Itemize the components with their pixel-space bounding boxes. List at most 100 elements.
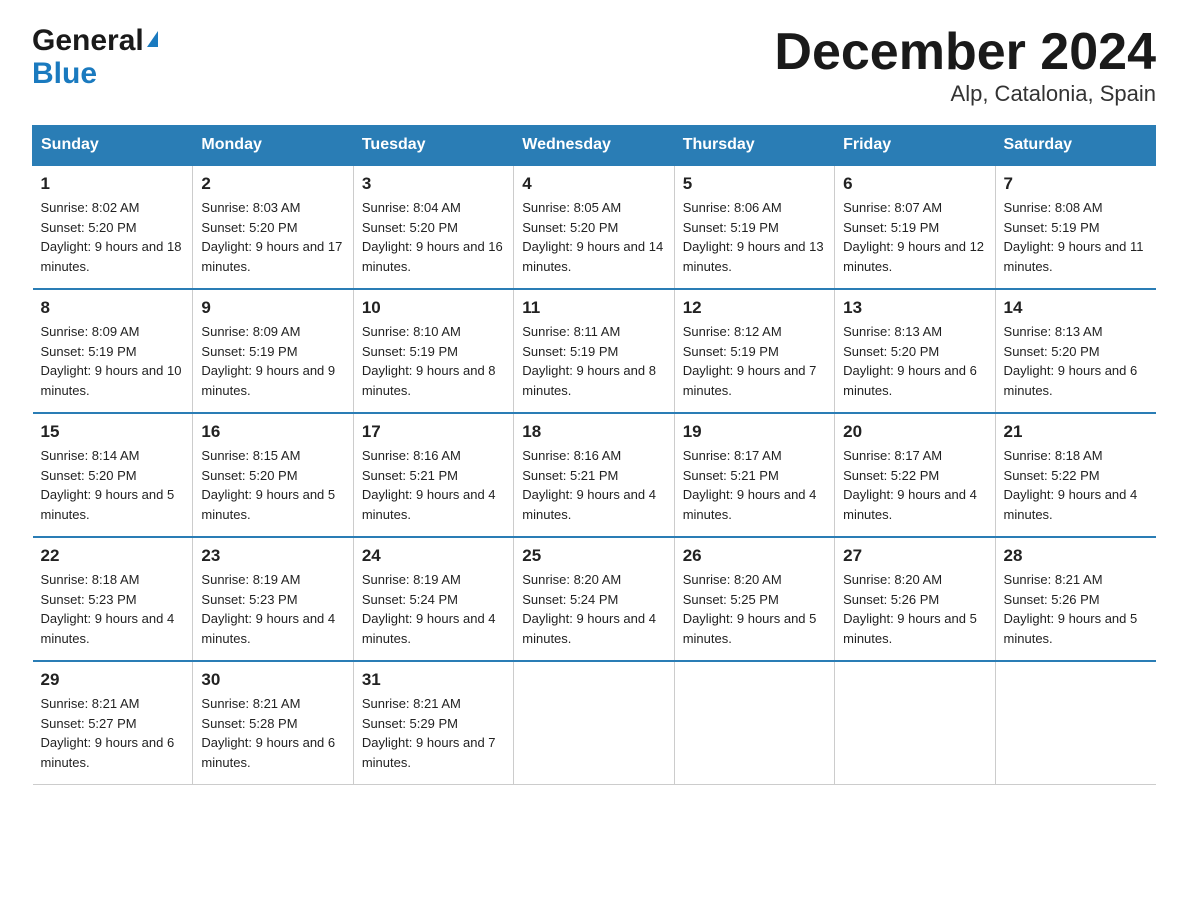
calendar-cell: 2Sunrise: 8:03 AMSunset: 5:20 PMDaylight… [193,165,353,289]
day-number: 16 [201,422,344,442]
day-number: 8 [41,298,185,318]
day-info: Sunrise: 8:20 AMSunset: 5:26 PMDaylight:… [843,570,986,648]
day-info: Sunrise: 8:11 AMSunset: 5:19 PMDaylight:… [522,322,665,400]
calendar-cell: 12 Sunrise: 8:12 AMSunset: 5:19 PMDayligh… [674,289,834,413]
day-number: 12 [683,298,826,318]
logo-general: General [32,24,144,57]
calendar-cell: 15 Sunrise: 8:14 AMSunset: 5:20 PMDayligh… [33,413,193,537]
day-number: 22 [41,546,185,566]
day-number: 25 [522,546,665,566]
calendar-cell [995,661,1155,785]
day-info: Sunrise: 8:06 AMSunset: 5:19 PMDaylight:… [683,198,826,276]
calendar-subtitle: Alp, Catalonia, Spain [774,81,1156,107]
calendar-cell: 23 Sunrise: 8:19 AMSunset: 5:23 PMDayligh… [193,537,353,661]
day-info: Sunrise: 8:02 AMSunset: 5:20 PMDaylight:… [41,198,185,276]
day-info: Sunrise: 8:05 AMSunset: 5:20 PMDaylight:… [522,198,665,276]
day-number: 11 [522,298,665,318]
day-number: 14 [1004,298,1148,318]
day-info: Sunrise: 8:19 AMSunset: 5:24 PMDaylight:… [362,570,505,648]
day-info: Sunrise: 8:13 AMSunset: 5:20 PMDaylight:… [1004,322,1148,400]
day-info: Sunrise: 8:12 AMSunset: 5:19 PMDaylight:… [683,322,826,400]
calendar-cell: 20 Sunrise: 8:17 AMSunset: 5:22 PMDayligh… [835,413,995,537]
calendar-cell: 9Sunrise: 8:09 AMSunset: 5:19 PMDaylight… [193,289,353,413]
calendar-cell: 22 Sunrise: 8:18 AMSunset: 5:23 PMDayligh… [33,537,193,661]
calendar-cell: 19 Sunrise: 8:17 AMSunset: 5:21 PMDayligh… [674,413,834,537]
calendar-cell: 4 Sunrise: 8:05 AMSunset: 5:20 PMDaylight… [514,165,674,289]
calendar-cell: 16 Sunrise: 8:15 AMSunset: 5:20 PMDayligh… [193,413,353,537]
day-info: Sunrise: 8:09 AMSunset: 5:19 PMDaylight:… [41,322,185,400]
calendar-cell: 17 Sunrise: 8:16 AMSunset: 5:21 PMDayligh… [353,413,513,537]
title-block: December 2024 Alp, Catalonia, Spain [774,24,1156,107]
calendar-cell: 29 Sunrise: 8:21 AMSunset: 5:27 PMDayligh… [33,661,193,785]
calendar-cell: 27 Sunrise: 8:20 AMSunset: 5:26 PMDayligh… [835,537,995,661]
day-info: Sunrise: 8:17 AMSunset: 5:22 PMDaylight:… [843,446,986,524]
day-number: 13 [843,298,986,318]
day-number: 23 [201,546,344,566]
calendar-table: SundayMondayTuesdayWednesdayThursdayFrid… [32,125,1156,785]
day-info: Sunrise: 8:18 AMSunset: 5:22 PMDaylight:… [1004,446,1148,524]
calendar-cell: 30 Sunrise: 8:21 AMSunset: 5:28 PMDayligh… [193,661,353,785]
day-info: Sunrise: 8:21 AMSunset: 5:28 PMDaylight:… [201,694,344,772]
calendar-cell: 24 Sunrise: 8:19 AMSunset: 5:24 PMDayligh… [353,537,513,661]
day-info: Sunrise: 8:14 AMSunset: 5:20 PMDaylight:… [41,446,185,524]
day-info: Sunrise: 8:15 AMSunset: 5:20 PMDaylight:… [201,446,344,524]
day-number: 19 [683,422,826,442]
day-info: Sunrise: 8:21 AMSunset: 5:27 PMDaylight:… [41,694,185,772]
calendar-cell [835,661,995,785]
calendar-cell: 8 Sunrise: 8:09 AMSunset: 5:19 PMDaylight… [33,289,193,413]
day-info: Sunrise: 8:09 AMSunset: 5:19 PMDaylight:… [201,322,344,400]
day-info: Sunrise: 8:21 AMSunset: 5:29 PMDaylight:… [362,694,505,772]
weekday-header-tuesday: Tuesday [353,126,513,166]
calendar-week-row: 22 Sunrise: 8:18 AMSunset: 5:23 PMDayligh… [33,537,1156,661]
day-number: 20 [843,422,986,442]
calendar-title: December 2024 [774,24,1156,81]
calendar-cell: 1 Sunrise: 8:02 AMSunset: 5:20 PMDaylight… [33,165,193,289]
calendar-cell: 6 Sunrise: 8:07 AMSunset: 5:19 PMDaylight… [835,165,995,289]
calendar-cell: 25Sunrise: 8:20 AMSunset: 5:24 PMDayligh… [514,537,674,661]
logo: General Blue [32,24,158,91]
day-number: 29 [41,670,185,690]
calendar-cell: 3 Sunrise: 8:04 AMSunset: 5:20 PMDaylight… [353,165,513,289]
day-number: 7 [1004,174,1148,194]
day-number: 30 [201,670,344,690]
calendar-cell: 10Sunrise: 8:10 AMSunset: 5:19 PMDayligh… [353,289,513,413]
day-info: Sunrise: 8:17 AMSunset: 5:21 PMDaylight:… [683,446,826,524]
day-number: 15 [41,422,185,442]
day-info: Sunrise: 8:04 AMSunset: 5:20 PMDaylight:… [362,198,505,276]
calendar-cell: 13Sunrise: 8:13 AMSunset: 5:20 PMDayligh… [835,289,995,413]
day-number: 6 [843,174,986,194]
calendar-week-row: 29 Sunrise: 8:21 AMSunset: 5:27 PMDayligh… [33,661,1156,785]
weekday-header-friday: Friday [835,126,995,166]
day-number: 27 [843,546,986,566]
day-info: Sunrise: 8:03 AMSunset: 5:20 PMDaylight:… [201,198,344,276]
day-info: Sunrise: 8:18 AMSunset: 5:23 PMDaylight:… [41,570,185,648]
calendar-cell: 7Sunrise: 8:08 AMSunset: 5:19 PMDaylight… [995,165,1155,289]
weekday-header-thursday: Thursday [674,126,834,166]
logo-blue: Blue [32,57,97,91]
calendar-cell: 28Sunrise: 8:21 AMSunset: 5:26 PMDayligh… [995,537,1155,661]
day-number: 17 [362,422,505,442]
day-number: 3 [362,174,505,194]
calendar-cell: 5 Sunrise: 8:06 AMSunset: 5:19 PMDaylight… [674,165,834,289]
day-number: 1 [41,174,185,194]
day-info: Sunrise: 8:16 AMSunset: 5:21 PMDaylight:… [522,446,665,524]
page-header: General Blue December 2024 Alp, Cataloni… [32,24,1156,107]
calendar-week-row: 8 Sunrise: 8:09 AMSunset: 5:19 PMDaylight… [33,289,1156,413]
day-number: 4 [522,174,665,194]
day-number: 18 [522,422,665,442]
calendar-cell: 11 Sunrise: 8:11 AMSunset: 5:19 PMDayligh… [514,289,674,413]
day-info: Sunrise: 8:19 AMSunset: 5:23 PMDaylight:… [201,570,344,648]
calendar-cell: 14 Sunrise: 8:13 AMSunset: 5:20 PMDayligh… [995,289,1155,413]
day-info: Sunrise: 8:07 AMSunset: 5:19 PMDaylight:… [843,198,986,276]
day-number: 5 [683,174,826,194]
day-info: Sunrise: 8:21 AMSunset: 5:26 PMDaylight:… [1004,570,1148,648]
day-number: 21 [1004,422,1148,442]
calendar-cell [514,661,674,785]
day-info: Sunrise: 8:16 AMSunset: 5:21 PMDaylight:… [362,446,505,524]
day-number: 24 [362,546,505,566]
day-number: 31 [362,670,505,690]
weekday-header-row: SundayMondayTuesdayWednesdayThursdayFrid… [33,126,1156,166]
calendar-cell [674,661,834,785]
weekday-header-saturday: Saturday [995,126,1155,166]
weekday-header-monday: Monday [193,126,353,166]
